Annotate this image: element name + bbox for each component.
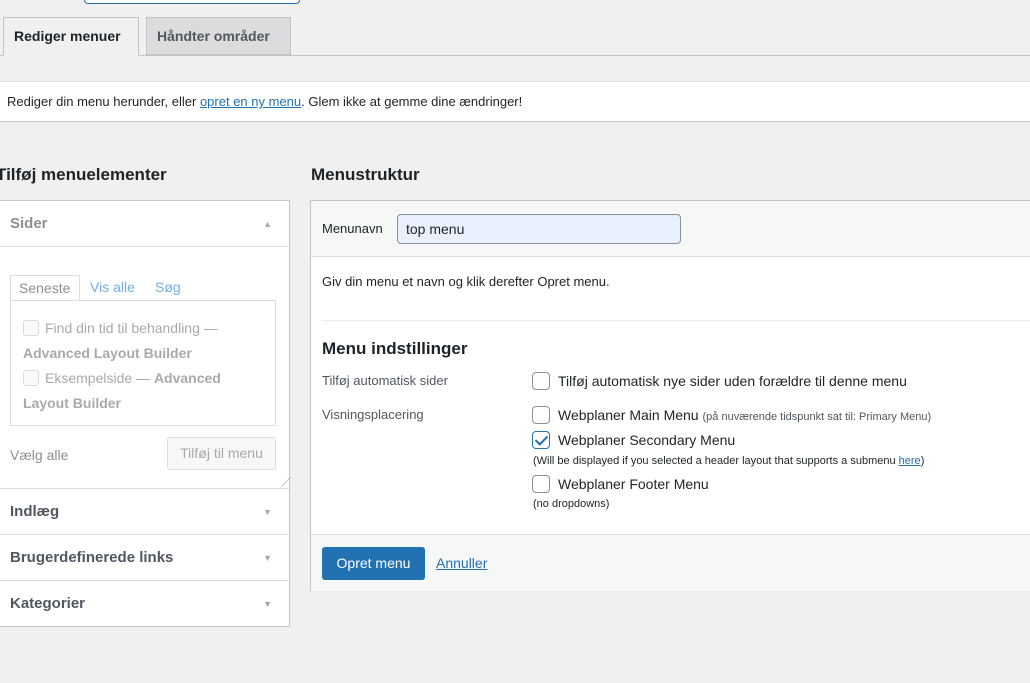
- location-secondary-option[interactable]: Webplaner Secondary Menu: [532, 431, 735, 449]
- page-separator: —: [199, 320, 218, 336]
- select-all-link[interactable]: Vælg alle: [10, 447, 68, 463]
- secondary-note: (Will be displayed if you selected a hea…: [533, 455, 924, 467]
- add-items-accordion: Sider ▲ Seneste Vis alle Søg Find din ti…: [0, 200, 292, 627]
- page-title: Eksempelside: [45, 370, 133, 386]
- auto-add-option[interactable]: Tilføj automatisk nye sider uden forældr…: [532, 372, 907, 390]
- auto-add-label: Tilføj automatisk sider: [322, 373, 448, 388]
- menu-name-label: Menunavn: [322, 221, 383, 236]
- notice-text-after: . Glem ikke at gemme dine ændringer!: [301, 94, 523, 109]
- page-checkbox[interactable]: [23, 370, 39, 386]
- chevron-up-icon: ▲: [263, 219, 272, 229]
- pages-list: Find din tid til behandling — Advanced L…: [10, 300, 276, 426]
- location-main-checkbox[interactable]: [532, 406, 550, 424]
- location-secondary-checkbox[interactable]: [532, 431, 550, 449]
- accordion-posts[interactable]: Indlæg ▼: [0, 489, 289, 535]
- location-main-name: Webplaner Main Menu: [558, 407, 699, 423]
- chevron-down-icon: ▼: [263, 553, 272, 563]
- location-footer-checkbox[interactable]: [532, 475, 550, 493]
- location-footer-option[interactable]: Webplaner Footer Menu: [532, 475, 709, 493]
- accordion-pages[interactable]: Sider ▲: [0, 201, 289, 247]
- menu-footer: Opret menu Annuller: [311, 534, 1030, 591]
- page-checkbox[interactable]: [23, 320, 39, 336]
- menu-edit-panel: Menunavn Giv din menu et navn og klik de…: [310, 200, 1030, 591]
- list-item: Eksempelside — Advanced Layout Builder: [23, 366, 263, 416]
- subtab-search[interactable]: Søg: [155, 275, 181, 301]
- location-main-extra: (på nuværende tidspunkt sat til: Primary…: [702, 411, 932, 423]
- nav-tabs: Rediger menuer Håndter områder: [0, 17, 1030, 56]
- search-input-partial[interactable]: [84, 0, 300, 4]
- location-label: Visningsplacering: [322, 407, 424, 422]
- create-menu-button[interactable]: Opret menu: [322, 547, 425, 580]
- location-main-option[interactable]: Webplaner Main Menu (på nuværende tidspu…: [532, 406, 931, 424]
- tab-edit-menus[interactable]: Rediger menuer: [3, 17, 139, 56]
- subtab-recent[interactable]: Seneste: [10, 275, 80, 301]
- page-title: Find din tid til behandling: [45, 320, 200, 336]
- page-separator: —: [132, 370, 154, 386]
- secondary-note-end: ): [920, 455, 925, 467]
- create-new-menu-link[interactable]: opret en ny menu: [200, 94, 301, 109]
- resize-grip-icon[interactable]: [273, 477, 292, 486]
- divider: [322, 320, 1030, 321]
- tab-manage-locations[interactable]: Håndter områder: [146, 17, 291, 55]
- notice-bar: Rediger din menu herunder, eller opret e…: [0, 81, 1030, 122]
- accordion-posts-label: Indlæg: [10, 503, 60, 520]
- menu-settings-title: Menu indstillinger: [322, 339, 468, 358]
- notice-text-before: Rediger din menu herunder, eller: [7, 94, 200, 109]
- list-item: Find din tid til behandling — Advanced L…: [23, 316, 263, 366]
- accordion-custom-links[interactable]: Brugerdefinerede links ▼: [0, 535, 289, 581]
- location-footer-name: Webplaner Footer Menu: [558, 476, 709, 492]
- auto-add-checkbox[interactable]: [532, 372, 550, 390]
- page-builder: Advanced Layout Builder: [23, 345, 192, 361]
- location-secondary-name: Webplaner Secondary Menu: [558, 432, 736, 448]
- auto-add-text: Tilføj automatisk nye sider uden forældr…: [558, 373, 907, 389]
- pages-panel: Seneste Vis alle Søg Find din tid til be…: [0, 247, 292, 489]
- menu-structure-title: Menustruktur: [311, 165, 420, 184]
- footer-note: (no dropdowns): [533, 498, 610, 510]
- chevron-down-icon: ▼: [263, 507, 272, 517]
- chevron-down-icon: ▼: [263, 599, 272, 609]
- accordion-custom-links-label: Brugerdefinerede links: [10, 549, 174, 566]
- accordion-categories-label: Kategorier: [10, 595, 86, 612]
- secondary-note-text: (Will be displayed if you selected a hea…: [533, 455, 899, 467]
- menu-hint: Giv din menu et navn og klik derefter Op…: [322, 274, 610, 289]
- accordion-pages-label: Sider: [10, 215, 48, 232]
- menu-name-input[interactable]: [397, 214, 681, 244]
- subtab-view-all[interactable]: Vis alle: [90, 275, 135, 301]
- cancel-link[interactable]: Annuller: [436, 555, 487, 571]
- add-menu-items-title: Tilføj menuelementer: [0, 165, 167, 184]
- accordion-categories[interactable]: Kategorier ▼: [0, 581, 289, 627]
- secondary-note-link[interactable]: here: [899, 455, 921, 467]
- menu-header: Menunavn: [311, 201, 1030, 257]
- add-to-menu-button[interactable]: Tilføj til menu: [167, 437, 276, 470]
